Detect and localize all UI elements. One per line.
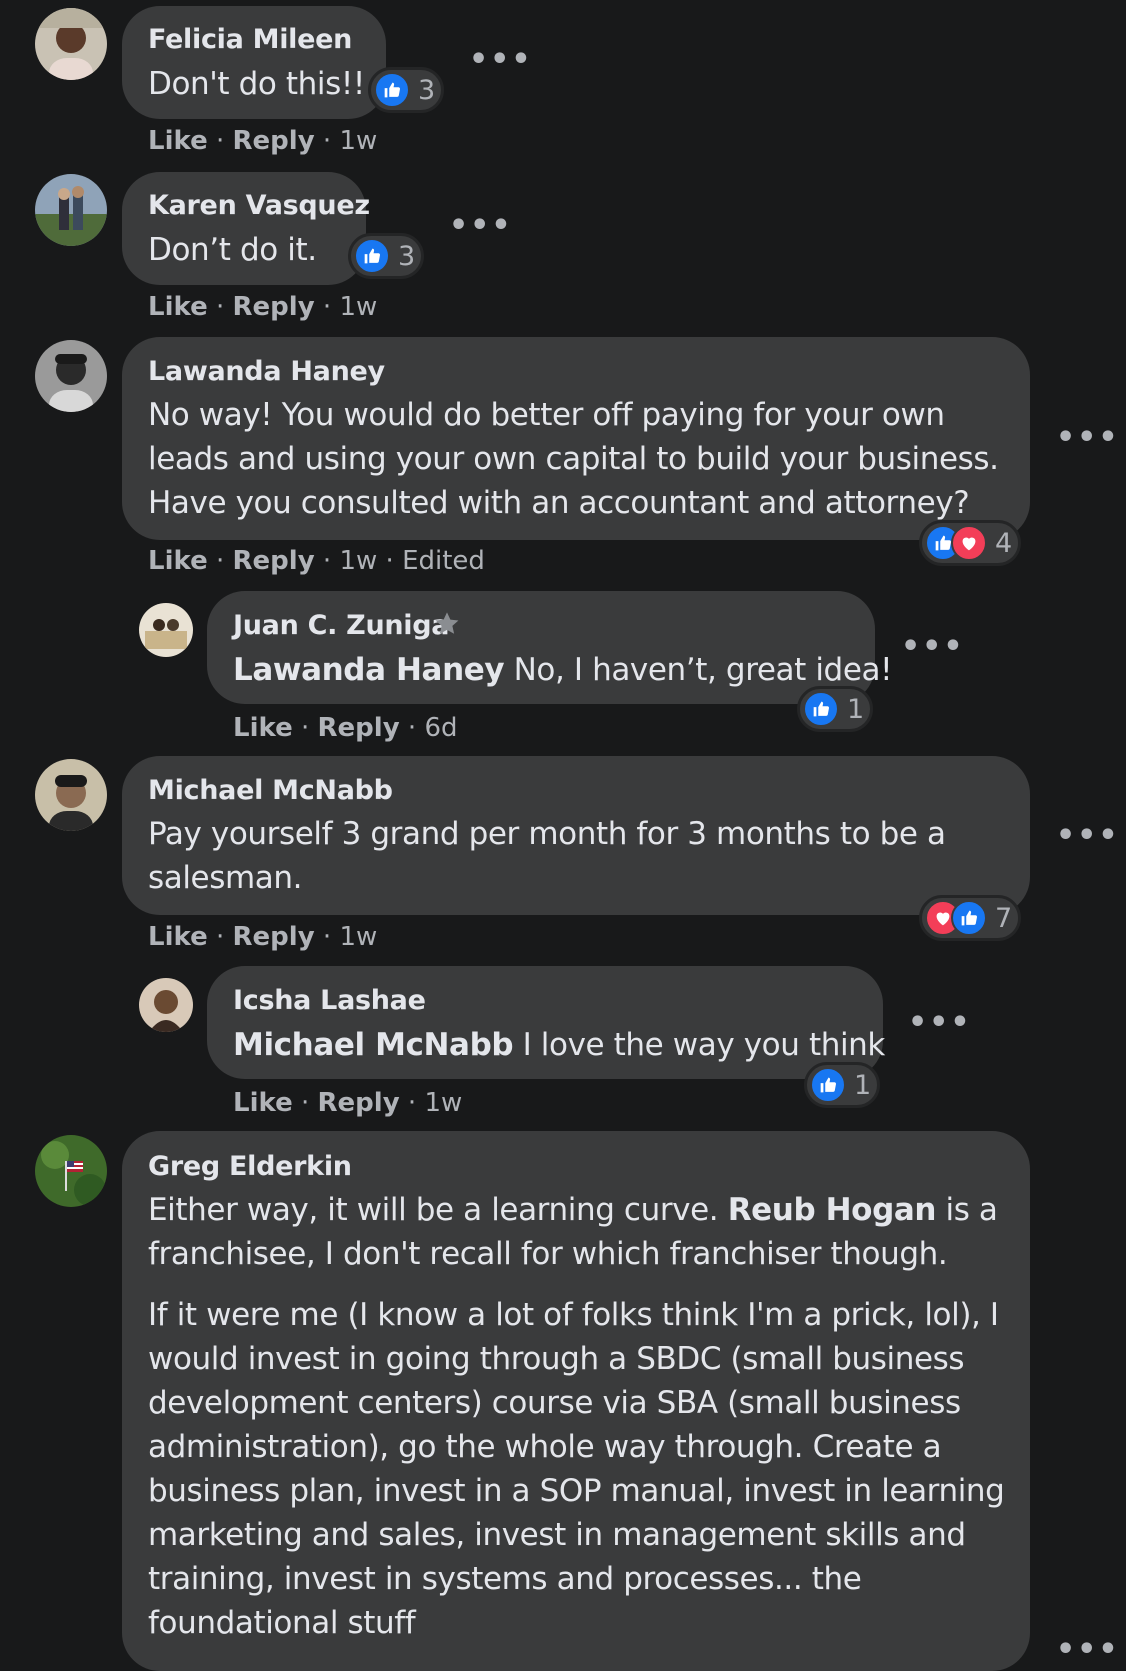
reaction-count[interactable]: 4 <box>919 520 1022 566</box>
comment-actions: Like · Reply · 1w <box>148 126 378 156</box>
like-button[interactable]: Like <box>148 922 208 952</box>
comment-text-line: leads and using your own capital to buil… <box>148 441 999 477</box>
reply-button[interactable]: Reply <box>318 1088 400 1118</box>
author-name[interactable]: Juan C. Zuniga <box>233 610 450 641</box>
mention-link[interactable]: Lawanda Haney <box>233 652 505 688</box>
reaction-count[interactable]: 3 <box>368 67 445 113</box>
more-options-icon[interactable]: ••• <box>908 1008 972 1038</box>
like-reaction-icon <box>374 72 410 108</box>
author-name[interactable]: Karen Vasquez <box>148 190 370 221</box>
comment-text-line: development centers) course via SBA (sma… <box>148 1385 961 1421</box>
comment-text-line: would invest in going through a SBDC (sm… <box>148 1341 965 1377</box>
author-name[interactable]: Lawanda Haney <box>148 356 385 387</box>
like-button[interactable]: Like <box>148 546 208 576</box>
more-options-icon[interactable]: ••• <box>449 211 513 241</box>
like-button[interactable]: Like <box>233 1088 293 1118</box>
timestamp[interactable]: 1w <box>339 546 377 576</box>
avatar[interactable] <box>139 603 193 657</box>
more-options-icon[interactable]: ••• <box>1056 821 1120 851</box>
comment-text-line: business plan, invest in a SOP manual, i… <box>148 1473 1005 1509</box>
mention-link[interactable]: Michael McNabb <box>233 1027 514 1063</box>
comment-text-line: If it were me (I know a lot of folks thi… <box>148 1297 999 1333</box>
comment-text-line: Pay yourself 3 grand per month for 3 mon… <box>148 816 946 852</box>
avatar[interactable] <box>35 340 107 412</box>
more-options-icon[interactable]: ••• <box>1056 1640 1120 1654</box>
avatar[interactable] <box>35 1135 107 1207</box>
comment-text: Michael McNabb I love the way you think <box>233 1027 885 1063</box>
reaction-count[interactable]: 1 <box>797 686 874 732</box>
timestamp[interactable]: 1w <box>339 126 377 156</box>
reply-button[interactable]: Reply <box>233 546 315 576</box>
comment-text-line: No way! You would do better off paying f… <box>148 397 945 433</box>
comment-text-line: administration), go the whole way throug… <box>148 1429 942 1465</box>
comment-actions: Like · Reply · 1w <box>148 922 378 952</box>
mention-link[interactable]: Reub Hogan <box>728 1192 937 1228</box>
comment-text-line: training, invest in systems and processe… <box>148 1561 862 1597</box>
avatar[interactable] <box>35 759 107 831</box>
avatar[interactable] <box>35 8 107 80</box>
comment-text: Lawanda Haney No, I haven’t, great idea! <box>233 652 893 688</box>
avatar[interactable] <box>35 174 107 246</box>
comment-text: Don’t do it. <box>148 232 317 268</box>
reaction-count[interactable]: 7 <box>919 895 1022 941</box>
like-reaction-icon <box>951 900 987 936</box>
like-reaction-icon <box>810 1067 846 1103</box>
comment-text-line: Either way, it will be a learning curve.… <box>148 1192 998 1228</box>
reply-button[interactable]: Reply <box>233 126 315 156</box>
more-options-icon[interactable]: ••• <box>901 632 965 662</box>
reply-button[interactable]: Reply <box>233 922 315 952</box>
comment-actions: Like · Reply · 1w <box>233 1088 463 1118</box>
top-fan-badge-icon[interactable] <box>433 610 461 638</box>
timestamp[interactable]: 6d <box>424 713 457 743</box>
reaction-count[interactable]: 3 <box>348 233 425 279</box>
comment-actions: Like · Reply · 6d <box>233 713 458 743</box>
comment-text-line: franchisee, I don't recall for which fra… <box>148 1236 948 1272</box>
comment-actions: Like · Reply · 1w <box>148 292 378 322</box>
comment-text-line: Have you consulted with an accountant an… <box>148 485 970 521</box>
more-options-icon[interactable]: ••• <box>1056 423 1120 453</box>
author-name[interactable]: Michael McNabb <box>148 775 393 806</box>
comment-text-line: foundational stuff <box>148 1605 416 1641</box>
reply-button[interactable]: Reply <box>233 292 315 322</box>
author-name[interactable]: Icsha Lashae <box>233 985 426 1016</box>
reply-button[interactable]: Reply <box>318 713 400 743</box>
like-button[interactable]: Like <box>233 713 293 743</box>
author-name[interactable]: Greg Elderkin <box>148 1151 352 1182</box>
love-reaction-icon <box>951 525 987 561</box>
comment-text-line: marketing and sales, invest in managemen… <box>148 1517 966 1553</box>
like-reaction-icon <box>803 691 839 727</box>
like-button[interactable]: Like <box>148 292 208 322</box>
timestamp[interactable]: 1w <box>424 1088 462 1118</box>
author-name[interactable]: Felicia Mileen <box>148 24 352 55</box>
comment-text-line: salesman. <box>148 860 303 896</box>
timestamp[interactable]: 1w <box>339 922 377 952</box>
comment-text: Don't do this!! <box>148 66 365 102</box>
like-button[interactable]: Like <box>148 126 208 156</box>
avatar[interactable] <box>139 978 193 1032</box>
like-reaction-icon <box>354 238 390 274</box>
edited-label[interactable]: Edited <box>402 546 485 576</box>
timestamp[interactable]: 1w <box>339 292 377 322</box>
more-options-icon[interactable]: ••• <box>469 45 533 75</box>
comment-actions: Like · Reply · 1w · Edited <box>148 546 485 576</box>
reaction-count[interactable]: 1 <box>804 1062 881 1108</box>
